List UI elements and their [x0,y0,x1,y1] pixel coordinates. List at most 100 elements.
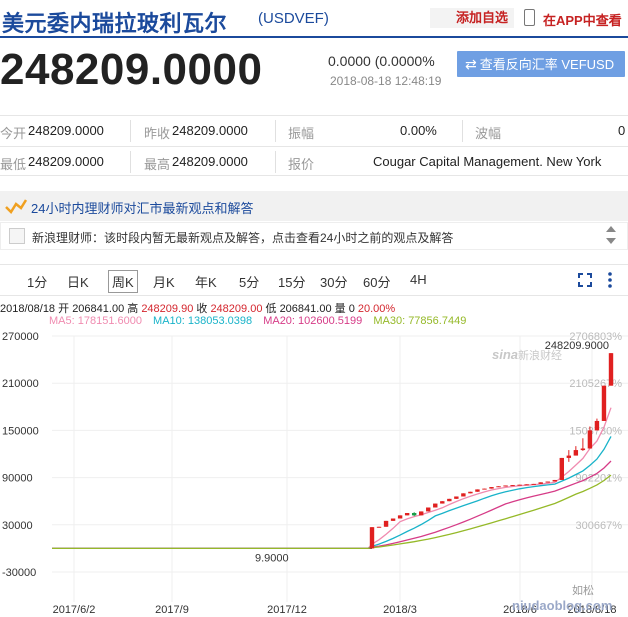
ohlc-low: 206841.00 [279,303,332,315]
candlestick-chart[interactable]: 2700002100001500009000030000-30000 27068… [0,326,628,617]
candle [447,498,452,502]
tab-4h[interactable]: 4H [410,272,427,287]
right-tick-label: 902201% [576,473,623,485]
candle [573,450,579,456]
candle [594,420,600,431]
ma20-line [52,460,612,550]
scroll-up-icon[interactable] [606,226,616,232]
tab-monthly[interactable]: 月K [153,272,175,291]
scroll-down-icon[interactable] [606,238,616,244]
open-value: 248209.0000 [28,123,104,138]
tab-60min[interactable]: 60分 [363,272,390,291]
low-value: 248209.0000 [28,154,104,169]
y-tick-label: -30000 [2,567,36,579]
min-value-label: 9.9000 [255,552,289,564]
page-title: 美元委内瑞拉玻利瓦尔 [2,11,228,36]
tab-5min[interactable]: 5分 [239,272,259,291]
right-tick-label: 2105267% [569,378,622,390]
quote-source-value: Cougar Capital Management. New York [373,154,602,169]
candle [440,501,445,504]
candle [524,484,529,486]
advisor-banner[interactable]: 24小时内理财师对汇市最新观点和解答 [0,191,628,221]
divider [275,120,276,142]
candle [433,503,438,508]
prev-close-label: 昨收 [144,126,171,141]
candle [531,483,536,485]
stats-row-1: 今开 248209.0000 昨收 248209.0000 振幅 0.00% 波… [0,115,628,145]
candle [397,515,403,519]
period-tabs: 1分 日K 周K 月K 年K 5分 15分 30分 60分 4H [0,264,628,296]
stats-row-2: 最低 248209.0000 最高 248209.0000 报价 Cougar … [0,146,628,176]
candle [419,511,424,516]
price-change: 0.0000 (0.0000% [328,53,435,69]
tab-daily[interactable]: 日K [67,272,89,291]
reverse-rate-label: 查看反向汇率 VEFUSD [479,57,615,72]
candle [559,457,564,480]
ma30-line [52,474,612,550]
y-tick-label: 150000 [2,425,39,437]
low-label: 最低 [0,157,27,172]
prev-close-value: 248209.0000 [172,123,248,138]
view-in-app-link[interactable]: 在APP中查看 [543,10,622,29]
ohlc-low-label: 低 [265,303,277,315]
ohlc-vol-label: 量 [334,303,346,315]
candle [566,455,572,458]
divider [130,120,131,142]
currency-code: (USDVEF) [258,10,329,27]
volatility-value: 0 [618,123,626,138]
right-tick-label: 300667% [576,520,623,532]
y-tick-label: 270000 [2,331,39,343]
candle [454,496,459,499]
ohlc-close: 248209.00 [210,303,263,315]
add-favorite-label: 添加自选 [456,10,509,25]
max-value-label: 248209.9000 [545,340,609,352]
tab-30min[interactable]: 30分 [320,272,347,291]
candle [552,479,557,482]
ohlc-high-label: 高 [127,303,139,315]
ohlc-vol: 0 [348,303,355,315]
tab-weekly[interactable]: 周K [108,270,138,293]
candle [601,385,607,421]
avatar [9,228,25,244]
ma10-line [52,436,612,550]
x-tick-label: 2018/3 [383,604,417,616]
candle [376,526,382,528]
ohlc-open-label: 开 [58,303,70,315]
x-tick-label: 2017/12 [267,604,307,616]
candle [510,485,515,487]
x-tick-label: 2017/6/2 [53,604,96,616]
candle [503,485,508,487]
candle [482,488,487,490]
candle [411,513,417,516]
phone-icon [524,9,535,26]
ohlc-date: 2018/08/18 [0,303,56,315]
tab-yearly[interactable]: 年K [195,272,217,291]
candle [489,487,494,489]
sina-logo: sina [492,347,518,362]
quote-source-label: 报价 [288,157,315,172]
tab-1min[interactable]: 1分 [27,272,47,291]
ohlc-open: 206841.00 [72,303,125,315]
swap-icon: ⇄ [465,56,477,72]
divider [462,120,463,142]
ohlc-readout: 2018/08/18 开 206841.00 高 248209.90 收 248… [0,300,395,316]
candle [587,430,593,449]
fullscreen-icon[interactable] [578,273,592,287]
divider [275,151,276,173]
tab-15min[interactable]: 15分 [278,272,305,291]
candle [580,448,586,451]
page: 美元委内瑞拉玻利瓦尔 (USDVEF) 添加自选 在APP中查看 248209.… [0,0,628,617]
ohlc-pct: 20.00% [357,303,396,315]
add-favorite-button[interactable]: 添加自选 [430,8,515,28]
reverse-rate-button[interactable]: ⇄ 查看反向汇率 VEFUSD [457,51,625,77]
candle [369,527,375,549]
amplitude-label: 振幅 [288,126,315,141]
site-watermark: niudaoblog.com [512,598,612,613]
candle [468,491,473,494]
quote-datetime: 2018-08-18 12:48:19 [330,74,442,88]
candle [461,493,466,497]
more-icon[interactable] [608,272,612,288]
advisor-banner-text: 24小时内理财师对汇市最新观点和解答 [31,201,254,216]
advisor-message[interactable]: 新浪理财师：该时段内暂无最新观点及解答，点击查看24小时之前的观点及解答 [0,222,628,250]
y-tick-label: 210000 [2,378,39,390]
